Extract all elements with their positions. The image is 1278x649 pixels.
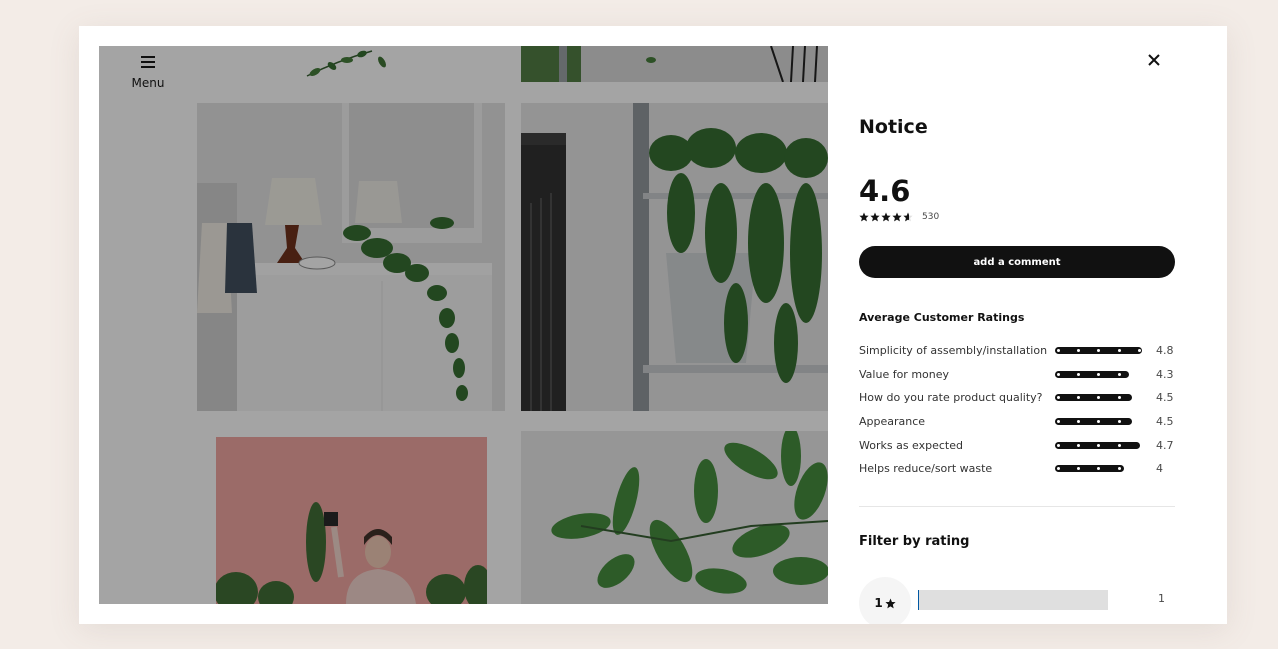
rating-row: Works as expected 4.7	[859, 433, 1189, 457]
rating-bar-dot	[1077, 443, 1081, 447]
rating-bar	[1055, 347, 1147, 355]
star-rating	[859, 212, 913, 222]
filter-title: Filter by rating	[859, 534, 970, 549]
add-comment-button[interactable]: add a comment	[859, 246, 1175, 278]
rating-row: Simplicity of assembly/installation 4.8	[859, 339, 1189, 363]
rating-value: 4	[1156, 462, 1163, 476]
rating-label: Works as expected	[859, 438, 963, 452]
rating-value: 4.5	[1156, 415, 1174, 429]
filter-row[interactable]: 11	[859, 576, 1189, 624]
rating-row: How do you rate product quality? 4.5	[859, 386, 1189, 410]
rating-bar	[1055, 370, 1147, 378]
star-icon	[859, 212, 869, 222]
rating-bar-dot	[1117, 467, 1121, 471]
star-icon	[870, 212, 880, 222]
rating-bar-dot	[1057, 443, 1060, 447]
image-gallery[interactable]: Menu	[99, 46, 828, 604]
filter-star-button[interactable]: 1	[859, 577, 911, 624]
rating-value: 4.8	[1156, 344, 1174, 358]
rating-row: Value for money 4.3	[859, 363, 1189, 387]
rating-bar-dot	[1117, 420, 1121, 424]
ratings-panel: Notice 4.6 530 add a comment Average Cus…	[859, 26, 1227, 624]
close-button[interactable]	[1146, 52, 1162, 68]
rating-label: Appearance	[859, 415, 926, 429]
rating-bar	[1055, 418, 1147, 426]
rating-bar	[1055, 394, 1147, 402]
star-icon	[881, 212, 891, 222]
star-icon	[885, 598, 896, 608]
rating-row: Appearance 4.5	[859, 410, 1189, 434]
rating-label: Helps reduce/sort waste	[859, 462, 993, 476]
overall-rating: 4.6	[859, 174, 911, 208]
close-icon	[1148, 54, 1160, 66]
section-divider	[859, 506, 1175, 507]
review-count: 530	[922, 212, 940, 222]
star-icon	[892, 212, 902, 222]
rating-value: 4.5	[1156, 391, 1174, 405]
rating-bar-dot	[1117, 349, 1121, 353]
rating-row: Helps reduce/sort waste 4	[859, 457, 1189, 481]
panel-title: Notice	[859, 116, 928, 138]
rating-label: Value for money	[859, 367, 950, 381]
filter-star-value: 1	[874, 596, 883, 610]
filter-bar	[918, 590, 1108, 610]
filter-count: 1	[1158, 592, 1165, 605]
rating-value: 4.3	[1156, 367, 1174, 381]
product-gallery-modal: Menu Notice 4.6 530 add a comment Averag…	[79, 26, 1227, 624]
rating-bar	[1055, 441, 1147, 449]
rating-label: Simplicity of assembly/installation	[859, 344, 1048, 358]
overall-stars: 530	[859, 212, 939, 222]
average-ratings-title: Average Customer Ratings	[859, 311, 1025, 324]
rating-bar-dot	[1117, 443, 1121, 447]
rating-bar	[1055, 465, 1147, 473]
rating-label: How do you rate product quality?	[859, 391, 1043, 405]
gallery-dim-overlay[interactable]	[99, 46, 828, 604]
star-icon	[903, 212, 913, 222]
average-ratings-list: Simplicity of assembly/installation 4.8 Va…	[859, 339, 1189, 481]
rating-bar-fill	[1055, 465, 1124, 473]
filter-bar-fill	[918, 590, 919, 610]
rating-bar-dot	[1057, 372, 1060, 376]
rating-value: 4.7	[1156, 438, 1174, 452]
rating-bar-dot	[1117, 372, 1121, 376]
